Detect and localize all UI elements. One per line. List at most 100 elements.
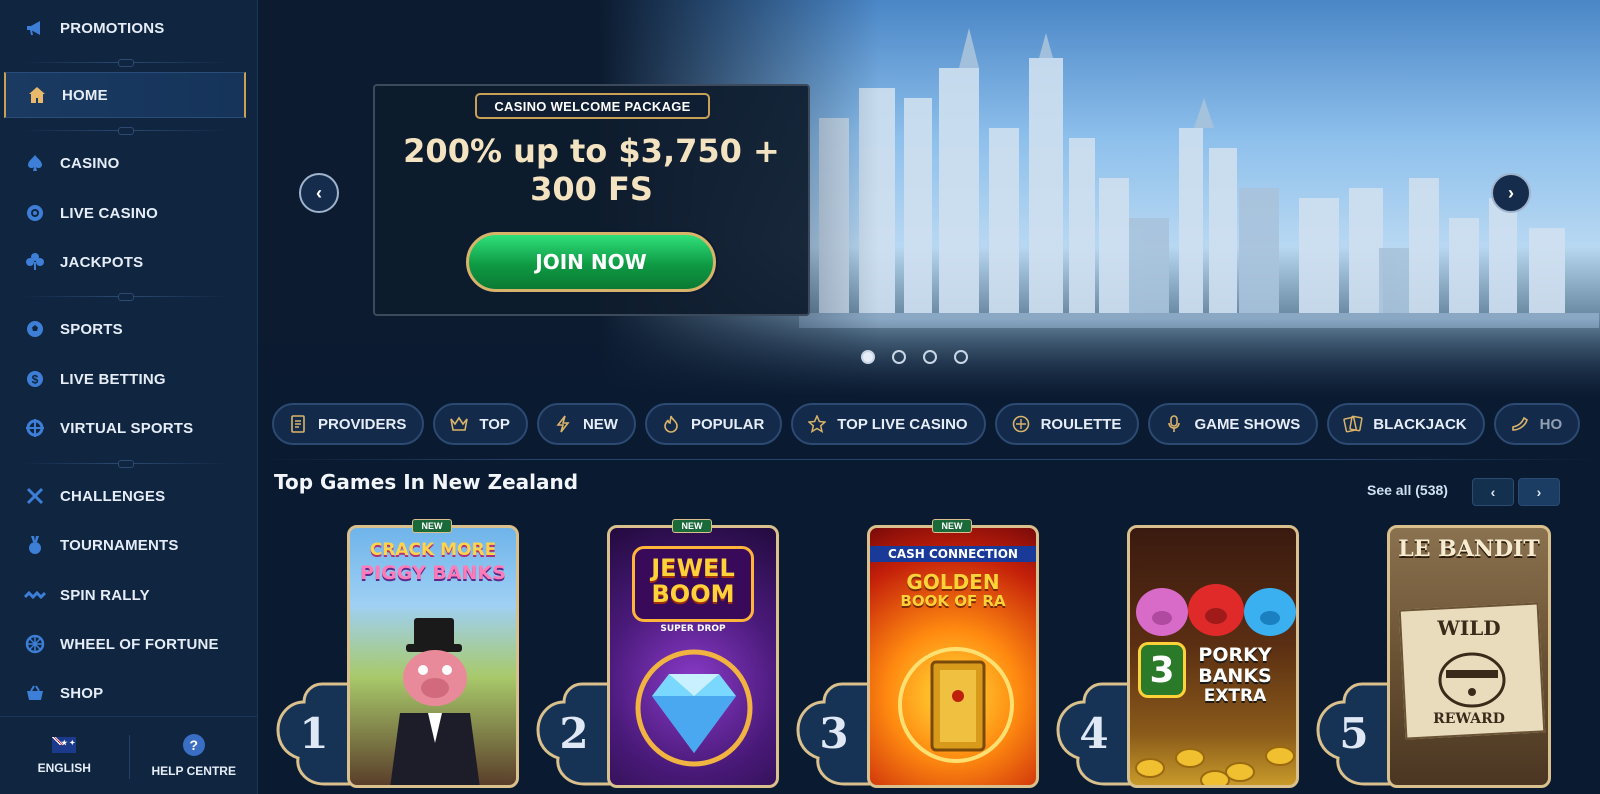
carousel-dot-4[interactable]: [954, 350, 968, 364]
category-providers[interactable]: PROVIDERS: [272, 403, 425, 445]
game-title-bottom: PIGGY BANKS: [360, 562, 506, 584]
golden-book-image: [898, 647, 1014, 763]
star-icon: [807, 414, 827, 434]
sidebar-item-jackpots[interactable]: JACKPOTS: [4, 239, 246, 285]
crown-icon: [449, 414, 469, 434]
rank-number: 2: [559, 708, 589, 758]
help-icon: ?: [182, 733, 205, 756]
section-next-button[interactable]: ›: [1518, 478, 1560, 506]
rank-number: 4: [1079, 708, 1109, 758]
sidebar-item-wheel-of-fortune[interactable]: WHEEL OF FORTUNE: [4, 621, 246, 667]
sidebar-item-challenges[interactable]: CHALLENGES: [4, 473, 246, 519]
clover-icon: [24, 251, 46, 273]
lightning-icon: [553, 414, 573, 434]
game-title-top: LE BANDIT: [1398, 536, 1540, 562]
sidebar-divider: [20, 460, 230, 468]
sidebar-item-live-betting[interactable]: $ LIVE BETTING: [4, 356, 246, 402]
sidebar-item-promotions[interactable]: PROMOTIONS: [4, 5, 246, 51]
flame-icon: [661, 414, 681, 434]
rank-number: 5: [1339, 708, 1369, 758]
sidebar-item-casino[interactable]: CASINO: [4, 140, 246, 186]
three-pigs-image: [1136, 584, 1296, 636]
section-prev-button[interactable]: ‹: [1472, 478, 1514, 506]
svg-text:$: $: [32, 373, 39, 387]
category-new[interactable]: NEW: [536, 403, 636, 445]
rank-badge: 4: [1052, 678, 1136, 788]
category-roulette[interactable]: ROULETTE: [994, 403, 1140, 445]
welcome-package-badge: CASINO WELCOME PACKAGE: [475, 93, 710, 119]
home-icon: [26, 84, 48, 106]
game-card-3-porky-banks-extra[interactable]: 3 PORKY BANKS EXTRA: [1127, 525, 1299, 788]
microphone-icon: [1164, 414, 1184, 434]
game-title-top: CASH CONNECTION: [870, 546, 1036, 562]
category-top-live-casino[interactable]: TOP LIVE CASINO: [791, 403, 986, 445]
sidebar-item-virtual-sports[interactable]: VIRTUAL SPORTS: [4, 405, 246, 451]
football-icon: [24, 318, 46, 340]
poster-subtitle: REWARD: [1433, 711, 1505, 727]
category-label: NEW: [582, 415, 618, 433]
rank-badge: 5: [1312, 678, 1396, 788]
sidebar-item-label: LIVE BETTING: [60, 370, 166, 388]
category-popular[interactable]: POPULAR: [644, 403, 783, 445]
join-now-button[interactable]: JOIN NOW: [466, 232, 716, 292]
medal-icon: [24, 534, 46, 556]
game-card-le-bandit[interactable]: LE BANDIT WILD REWARD: [1387, 525, 1551, 788]
hero-next-button[interactable]: ›: [1491, 173, 1531, 213]
category-label: POPULAR: [690, 415, 765, 433]
category-label: TOP: [479, 415, 510, 433]
section-title: Top Games In New Zealand: [274, 470, 579, 494]
category-label: ROULETTE: [1040, 415, 1122, 433]
game-title-line1: PORKY: [1198, 644, 1272, 666]
sidebar-item-sports[interactable]: SPORTS: [4, 306, 246, 352]
sidebar-item-tournaments[interactable]: TOURNAMENTS: [4, 522, 246, 568]
sidebar-footer: ENGLISH ? HELP CENTRE: [0, 716, 258, 794]
sidebar-item-label: VIRTUAL SPORTS: [60, 419, 194, 437]
roulette-icon: [1011, 414, 1031, 434]
game-card-crack-more-piggy-banks[interactable]: CRACK MORE PIGGY BANKS: [347, 525, 519, 788]
game-card-golden-book-of-ra[interactable]: CASH CONNECTION GOLDEN BOOK OF RA: [867, 525, 1039, 788]
pepper-icon: [1510, 414, 1530, 434]
basket-icon: [24, 682, 46, 704]
sidebar-item-label: LIVE CASINO: [60, 204, 159, 222]
new-badge: NEW: [672, 519, 712, 533]
carousel-dot-3[interactable]: [923, 350, 937, 364]
diamond-image: [635, 649, 753, 767]
category-blackjack[interactable]: BLACKJACK: [1327, 403, 1485, 445]
game-card-jewel-boom[interactable]: JEWEL BOOM SUPER DROP: [607, 525, 779, 788]
carousel-dot-1[interactable]: [861, 350, 875, 364]
category-hot[interactable]: HO: [1493, 403, 1581, 445]
chevron-right-icon: ›: [1508, 182, 1514, 203]
sidebar-item-label: CASINO: [60, 154, 120, 172]
crossed-swords-icon: [24, 485, 46, 507]
poster-title: WILD: [1437, 616, 1501, 640]
sidebar-item-live-casino[interactable]: LIVE CASINO: [4, 190, 246, 236]
australia-flag-icon: [52, 736, 77, 753]
sidebar-item-spin-rally[interactable]: SPIN RALLY: [4, 572, 246, 618]
carousel-dot-2[interactable]: [892, 350, 906, 364]
piggy-character-image: [390, 618, 480, 785]
hero-prev-button[interactable]: ‹: [299, 173, 339, 213]
sidebar-item-label: PROMOTIONS: [60, 19, 165, 37]
rank-badge: 1: [272, 678, 356, 788]
see-all-link[interactable]: See all (538): [1367, 482, 1448, 498]
sidebar-item-label: SPORTS: [60, 320, 123, 338]
category-label: BLACKJACK: [1373, 415, 1467, 433]
sidebar-item-shop[interactable]: SHOP: [4, 670, 246, 716]
game-title-top: JEWEL: [651, 554, 735, 582]
megaphone-icon: [24, 17, 46, 39]
category-bar: PROVIDERS TOP NEW POPULAR TOP LIVE CASIN…: [272, 403, 1600, 445]
sidebar-item-label: WHEEL OF FORTUNE: [60, 635, 219, 653]
sidebar-item-label: SPIN RALLY: [60, 586, 150, 604]
sidebar-item-home[interactable]: HOME: [4, 72, 246, 118]
sidebar-item-label: SHOP: [60, 684, 104, 702]
city-skyline-image: [799, 28, 1599, 328]
category-top[interactable]: TOP: [433, 403, 528, 445]
rank-badge: 3: [792, 678, 876, 788]
help-centre-button[interactable]: ? HELP CENTRE: [130, 717, 259, 794]
category-label: HO: [1539, 415, 1563, 433]
book-icon: [288, 414, 308, 434]
category-game-shows[interactable]: GAME SHOWS: [1148, 403, 1319, 445]
category-label: PROVIDERS: [318, 415, 407, 433]
spade-icon: [24, 152, 46, 174]
language-selector[interactable]: ENGLISH: [0, 717, 129, 794]
